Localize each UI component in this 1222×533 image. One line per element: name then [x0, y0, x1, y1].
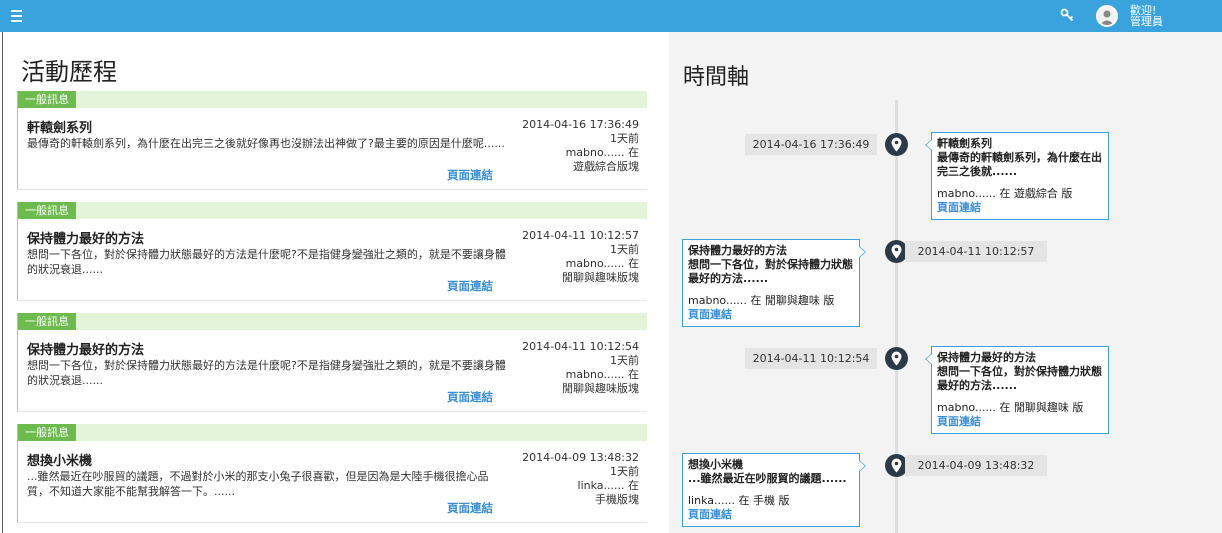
timeline-page-link[interactable]: 頁面連結: [937, 201, 1103, 215]
timeline-date: 2014-04-11 10:12:54: [745, 348, 877, 369]
activity-title: 活動歷程: [21, 58, 117, 86]
timeline-page-link[interactable]: 頁面連結: [688, 508, 854, 522]
timeline-card-title: 保持體力最好的方法: [688, 244, 787, 257]
card-board: 閒聊與趣味版塊: [562, 271, 639, 284]
timeline-card-title: 想換小米機: [688, 458, 743, 471]
card-author: mabno...... 在: [565, 368, 639, 381]
card-date: 2014-04-09 13:48:32: [522, 451, 639, 464]
timeline-date: 2014-04-09 13:48:32: [905, 455, 1047, 476]
timeline-card: 軒轅劍系列 最傳奇的軒轅劍系列，為什麼在出完三之後就...... mabno..…: [925, 132, 1109, 220]
card-body: 想問一下各位，對於保持體力狀態最好的方法是什麼呢?不是指健身變強壯之類的，就是不…: [27, 248, 506, 276]
timeline-title: 時間軸: [683, 65, 750, 90]
top-bar: 歡迎! 管理員: [0, 0, 1222, 32]
card-ago: 1天前: [610, 132, 639, 145]
category-badge: 一般訊息: [18, 202, 76, 219]
card-board: 遊戲綜合版塊: [573, 160, 639, 173]
activity-panel: 活動歷程 一般訊息 軒轅劍系列 最傳奇的軒轅劍系列，為什麼在出完三之後就好像再也…: [2, 32, 669, 533]
card-meta: 2014-04-11 10:12:57 1天前 mabno...... 在 閒聊…: [469, 229, 639, 285]
category-badge: 一般訊息: [18, 313, 76, 330]
card-board: 手機版塊: [595, 493, 639, 506]
activity-card: 一般訊息 想換小米機 ...雖然最近在吵服貿的議題，不過對於小米的那支小兔子很喜…: [17, 424, 647, 522]
card-body: 想問一下各位，對於保持體力狀態最好的方法是什麼呢?不是指健身變強壯之類的，就是不…: [27, 359, 506, 387]
card-header: 一般訊息: [18, 313, 647, 330]
timeline-card: 保持體力最好的方法 想問一下各位，對於保持體力狀態最好的方法...... mab…: [682, 239, 866, 327]
pin-icon: [885, 133, 908, 156]
timeline-card-title: 保持體力最好的方法: [937, 351, 1036, 364]
card-date: 2014-04-11 10:12:54: [522, 340, 639, 353]
card-date: 2014-04-16 17:36:49: [522, 118, 639, 131]
card-meta: 2014-04-11 10:12:54 1天前 mabno...... 在 閒聊…: [469, 340, 639, 396]
timeline-card-desc: 想問一下各位，對於保持體力狀態最好的方法......: [688, 258, 853, 285]
card-title: 軒轅劍系列: [27, 121, 93, 136]
welcome-text[interactable]: 歡迎! 管理員: [1130, 5, 1190, 27]
timeline-date: 2014-04-11 10:12:57: [905, 241, 1047, 262]
timeline-card-meta: mabno...... 在 閒聊與趣味 版: [937, 401, 1084, 414]
timeline-card-desc: ...雖然最近在吵服貿的議題......: [688, 472, 847, 485]
card-board: 閒聊與趣味版塊: [562, 382, 639, 395]
card-header: 一般訊息: [18, 91, 647, 108]
timeline-card: 保持體力最好的方法 想問一下各位，對於保持體力狀態最好的方法...... mab…: [925, 346, 1109, 434]
timeline-date: 2014-04-16 17:36:49: [745, 134, 877, 155]
card-title: 想換小米機: [27, 454, 93, 469]
card-author: linka...... 在: [577, 479, 639, 492]
category-badge: 一般訊息: [18, 91, 76, 108]
timeline-card-meta: linka...... 在 手機 版: [688, 494, 790, 507]
timeline-card-desc: 最傳奇的軒轅劍系列，為什麼在出完三之後就......: [937, 151, 1102, 178]
card-title: 保持體力最好的方法: [27, 232, 145, 247]
card-ago: 1天前: [610, 243, 639, 256]
activity-card: 一般訊息 保持體力最好的方法 想問一下各位，對於保持體力狀態最好的方法是什麼呢?…: [17, 202, 647, 300]
timeline-card-desc: 想問一下各位，對於保持體力狀態最好的方法......: [937, 365, 1102, 392]
card-body: 最傳奇的軒轅劍系列，為什麼在出完三之後就好像再也沒辦法出神做了?最主要的原因是什…: [27, 137, 505, 150]
card-header: 一般訊息: [18, 424, 647, 441]
timeline-panel: 時間軸 2014-04-16 17:36:49 軒轅劍系列 最傳奇的軒轅劍系列，…: [669, 32, 1222, 533]
timeline-page-link[interactable]: 頁面連結: [688, 308, 854, 322]
card-ago: 1天前: [610, 354, 639, 367]
card-meta: 2014-04-16 17:36:49 1天前 mabno...... 在 遊戲…: [469, 118, 639, 174]
timeline-card: 想換小米機 ...雖然最近在吵服貿的議題...... linka...... 在…: [682, 453, 866, 527]
card-header: 一般訊息: [18, 202, 647, 219]
timeline-card-title: 軒轅劍系列: [937, 137, 992, 150]
card-author: mabno...... 在: [565, 257, 639, 270]
timeline-card-meta: mabno...... 在 閒聊與趣味 版: [688, 294, 835, 307]
welcome-line2: 管理員: [1130, 15, 1163, 28]
card-body: ...雖然最近在吵服貿的議題，不過對於小米的那支小兔子很喜歡，但是因為是大陸手機…: [27, 470, 489, 498]
timeline-card-meta: mabno...... 在 遊戲綜合 版: [937, 187, 1073, 200]
activity-card: 一般訊息 保持體力最好的方法 想問一下各位，對於保持體力狀態最好的方法是什麼呢?…: [17, 313, 647, 411]
category-badge: 一般訊息: [18, 424, 76, 441]
card-author: mabno...... 在: [565, 146, 639, 159]
avatar[interactable]: [1096, 5, 1118, 27]
card-date: 2014-04-11 10:12:57: [522, 229, 639, 242]
card-ago: 1天前: [610, 465, 639, 478]
menu-icon[interactable]: [11, 7, 27, 25]
pin-icon: [885, 347, 908, 370]
activity-card: 一般訊息 軒轅劍系列 最傳奇的軒轅劍系列，為什麼在出完三之後就好像再也沒辦法出神…: [17, 91, 647, 189]
card-meta: 2014-04-09 13:48:32 1天前 linka...... 在 手機…: [469, 451, 639, 507]
timeline-page-link[interactable]: 頁面連結: [937, 415, 1103, 429]
key-icon[interactable]: [1060, 8, 1074, 22]
card-title: 保持體力最好的方法: [27, 343, 145, 358]
